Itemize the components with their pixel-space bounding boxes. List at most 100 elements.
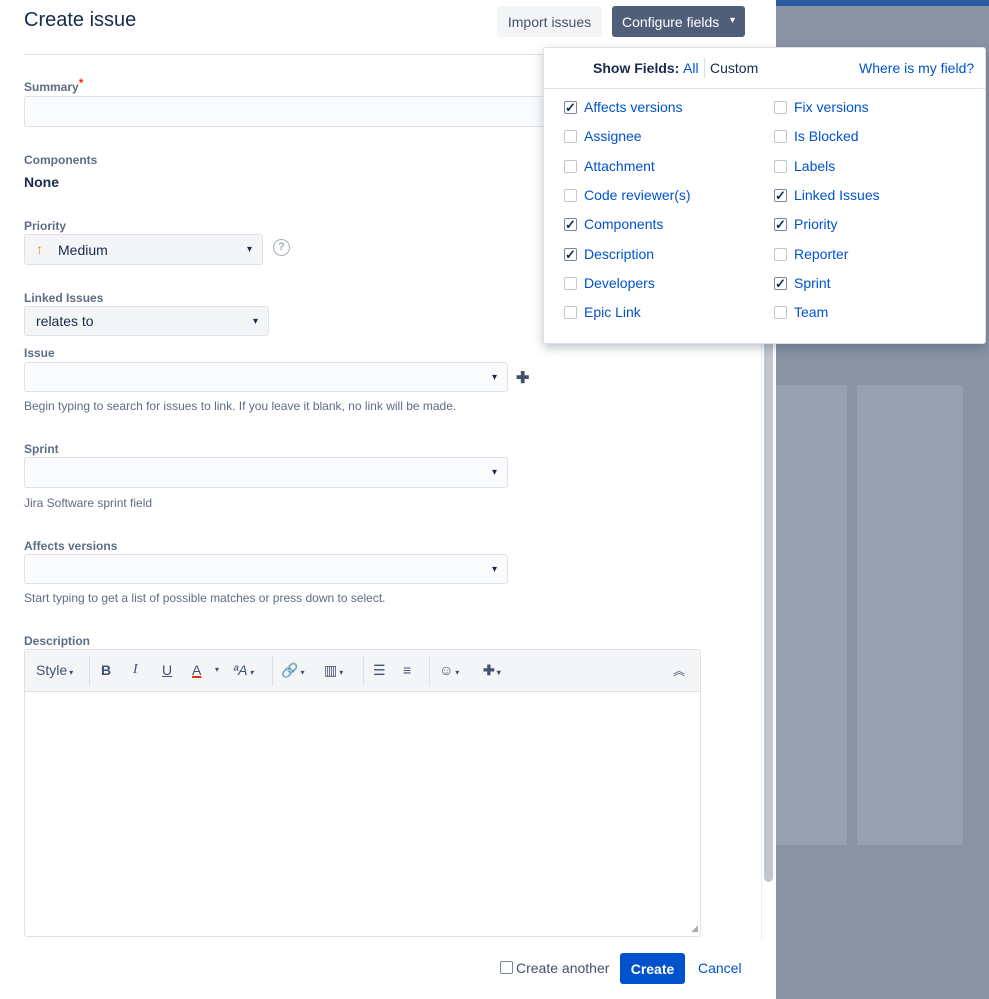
link-icon[interactable]: 🔗 ▾ xyxy=(281,662,304,679)
field-checkbox[interactable]: ✓ xyxy=(564,101,577,114)
bullet-list-icon[interactable]: ☰ xyxy=(373,662,386,679)
sprint-hint: Jira Software sprint field xyxy=(24,496,153,510)
toolbar-divider xyxy=(363,656,364,686)
chevron-down-icon: ▾ xyxy=(300,668,305,677)
components-label: Components xyxy=(24,153,98,167)
field-option-label[interactable]: Labels xyxy=(794,158,835,174)
field-checkbox[interactable]: ✓ xyxy=(774,218,787,232)
field-checkbox[interactable] xyxy=(564,188,577,202)
field-option-label[interactable]: Components xyxy=(584,216,663,232)
scrollbar-thumb[interactable] xyxy=(764,330,773,882)
chevron-down-icon: ▾ xyxy=(491,372,497,383)
components-value[interactable]: None xyxy=(24,174,59,190)
collapse-toolbar-icon[interactable]: ︽ xyxy=(673,662,685,679)
editor-toolbar: Style ▾ B I U A ▾ ªA ▾ 🔗 ▾ ▥ ▾ ☰ ≡ ☺ ▾ ✚ ▾ ︽ xyxy=(25,650,700,692)
issue-hint: Begin typing to search for issues to lin… xyxy=(24,399,457,413)
field-checkbox[interactable] xyxy=(564,159,577,173)
field-checkbox[interactable] xyxy=(774,247,787,261)
insert-more-icon[interactable]: ✚ ▾ xyxy=(483,662,501,679)
background-board-column xyxy=(776,385,847,845)
show-fields-label: Show Fields: xyxy=(593,60,680,76)
italic-icon[interactable]: I xyxy=(133,662,138,678)
field-checkbox[interactable]: ✓ xyxy=(774,188,787,202)
field-option-label[interactable]: Affects versions xyxy=(584,99,683,115)
emoji-icon[interactable]: ☺ ▾ xyxy=(439,662,459,678)
field-option-label[interactable]: Team xyxy=(794,304,828,320)
chevron-down-icon: ▾ xyxy=(252,316,258,327)
priority-select[interactable]: ↑ Medium ▾ xyxy=(24,234,263,265)
text-color-icon[interactable]: A xyxy=(192,662,201,678)
more-formatting-icon[interactable]: ªA ▾ xyxy=(233,662,254,678)
field-option-label[interactable]: Assignee xyxy=(584,128,642,144)
field-option-label[interactable]: Attachment xyxy=(584,158,655,174)
field-option-label[interactable]: Priority xyxy=(794,216,838,232)
style-dropdown[interactable]: Style ▾ xyxy=(36,662,73,678)
configure-fields-label: Configure fields xyxy=(622,13,720,30)
field-checkbox[interactable] xyxy=(774,130,787,144)
cancel-button[interactable]: Cancel xyxy=(698,960,742,976)
create-another-label[interactable]: Create another xyxy=(516,960,609,976)
field-checkbox[interactable]: ✓ xyxy=(774,276,787,290)
chevron-down-icon: ▾ xyxy=(69,668,74,677)
field-option-label[interactable]: Reporter xyxy=(794,246,848,262)
affects-versions-input[interactable]: ▾ xyxy=(24,554,508,584)
issue-picker-input[interactable]: ▾ xyxy=(24,362,508,392)
affects-versions-label: Affects versions xyxy=(24,539,118,553)
chevron-down-icon: ▾ xyxy=(496,668,501,677)
summary-input[interactable] xyxy=(24,96,554,127)
chevron-down-icon: ▾ xyxy=(249,668,254,677)
description-editor[interactable]: Style ▾ B I U A ▾ ªA ▾ 🔗 ▾ ▥ ▾ ☰ ≡ ☺ ▾ ✚ ▾ ︽ ◢ xyxy=(24,649,701,937)
field-option-label[interactable]: Sprint xyxy=(794,275,831,291)
more-formatting-glyph: ªA xyxy=(233,662,248,678)
help-icon[interactable]: ? xyxy=(273,239,290,256)
toolbar-divider xyxy=(89,656,90,686)
create-button[interactable]: Create xyxy=(620,953,685,984)
field-option-label[interactable]: Is Blocked xyxy=(794,128,859,144)
description-label: Description xyxy=(24,634,91,648)
import-issues-button[interactable]: Import issues xyxy=(497,6,602,37)
field-option-label[interactable]: Linked Issues xyxy=(794,187,880,203)
underline-icon[interactable]: U xyxy=(162,662,172,678)
configure-fields-popup: Show Fields: All Custom Where is my fiel… xyxy=(543,47,986,344)
numbered-list-icon[interactable]: ≡ xyxy=(403,662,411,678)
background-board-column xyxy=(857,385,963,845)
chevron-down-icon: ▾ xyxy=(455,668,460,677)
field-checkbox[interactable] xyxy=(774,101,787,114)
background-top-bar xyxy=(776,0,989,6)
field-option-label[interactable]: Epic Link xyxy=(584,304,641,320)
show-all-tab[interactable]: All xyxy=(683,60,699,76)
field-checkbox[interactable]: ✓ xyxy=(564,218,577,232)
field-option-label[interactable]: Description xyxy=(584,246,654,262)
chevron-down-icon: ▾ xyxy=(339,668,344,677)
toolbar-divider xyxy=(272,656,273,686)
attachment-icon[interactable]: ▥ ▾ xyxy=(324,662,343,679)
add-issue-icon[interactable]: ✚ xyxy=(516,368,529,388)
field-option-label[interactable]: Fix versions xyxy=(794,99,869,115)
bold-icon[interactable]: B xyxy=(101,662,111,678)
linked-issues-label: Linked Issues xyxy=(24,291,104,305)
attachment-glyph: ▥ xyxy=(324,662,338,678)
chevron-down-icon: ▾ xyxy=(246,244,252,255)
where-is-my-field-link[interactable]: Where is my field? xyxy=(859,60,974,76)
chevron-down-icon[interactable]: ▾ xyxy=(215,665,219,674)
priority-label: Priority xyxy=(24,219,67,233)
link-type-value: relates to xyxy=(36,313,94,329)
chevron-down-icon: ▾ xyxy=(491,564,497,575)
configure-fields-button[interactable]: Configure fields ▾ xyxy=(612,6,745,37)
link-type-select[interactable]: relates to ▾ xyxy=(24,306,269,336)
show-custom-tab[interactable]: Custom xyxy=(710,60,758,76)
style-label: Style xyxy=(36,662,68,678)
field-checkbox[interactable]: ✓ xyxy=(564,247,577,261)
field-checkbox[interactable] xyxy=(564,306,577,320)
resize-handle-icon[interactable]: ◢ xyxy=(691,923,698,934)
field-option-label[interactable]: Code reviewer(s) xyxy=(584,187,691,203)
field-checkbox[interactable] xyxy=(564,130,577,144)
field-checkbox[interactable] xyxy=(774,306,787,320)
tab-divider xyxy=(704,58,705,78)
create-another-checkbox[interactable] xyxy=(500,961,513,974)
link-glyph: 🔗 xyxy=(281,662,299,678)
field-option-label[interactable]: Developers xyxy=(584,275,655,291)
sprint-select[interactable]: ▾ xyxy=(24,457,508,488)
field-checkbox[interactable] xyxy=(774,159,787,173)
field-checkbox[interactable] xyxy=(564,276,577,290)
